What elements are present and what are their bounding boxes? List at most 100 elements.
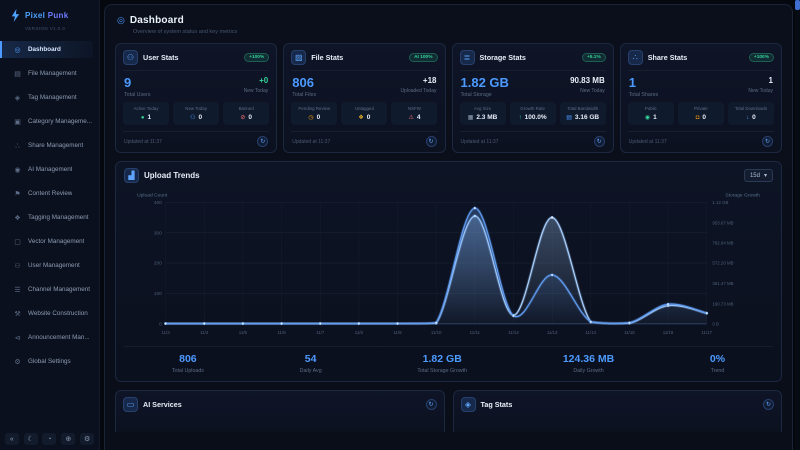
scrollbar-thumb[interactable] [795, 0, 800, 10]
sidebar-item-global-settings[interactable]: ⚙Global Settings [0, 353, 99, 370]
share-icon: ∴ [13, 142, 22, 150]
secondary-label: New Today [570, 88, 605, 94]
sidebar-item-label: File Management [28, 70, 77, 77]
secondary-label: New Today [244, 88, 269, 94]
refresh-icon[interactable]: ↻ [426, 399, 437, 410]
mini-metric-label: Untagged [342, 106, 386, 111]
mini-metric-label: Total Downloads [729, 106, 773, 111]
primary-label: Total Files [292, 92, 316, 98]
sidebar-item-user-management[interactable]: ⚇User Management [0, 257, 99, 274]
sidebar-item-label: Tagging Management [28, 214, 89, 221]
updated-timestamp: Updated at 11:37 [461, 139, 499, 145]
sidebar-item-category-manageme[interactable]: ▣Category Manageme... [0, 113, 99, 130]
theme-moon-icon[interactable]: ☾ [24, 433, 38, 445]
card-title: User Stats [143, 53, 239, 62]
svg-text:200: 200 [154, 261, 162, 267]
bottom-panels-row: ▭AI Services↻◈Tag Stats↻ [115, 390, 782, 432]
sidebar-item-channel-management[interactable]: ☰ Channel Management [0, 281, 99, 298]
trend-badge: +100% [749, 53, 774, 62]
database-icon: ≣ [460, 50, 475, 65]
svg-text:11/11: 11/11 [470, 331, 481, 336]
mini-metric-total-downloads: Total Downloads ↓0 [728, 102, 774, 125]
trends-title: Upload Trends [144, 171, 739, 180]
share-icon: ∴ [628, 50, 643, 65]
channel-icon: ☰ [13, 286, 22, 294]
language-globe-icon[interactable]: ⊕ [61, 433, 75, 445]
main-content: ◎ Dashboard Overview of system status an… [104, 4, 793, 450]
svg-text:11/10: 11/10 [431, 331, 442, 336]
gear-icon[interactable]: ⚙ [80, 433, 94, 445]
summary-label: Total Uploads [172, 368, 204, 374]
svg-text:190.73 MB: 190.73 MB [712, 302, 733, 307]
mini-metric-value: 0 [317, 114, 321, 121]
summary-daily-avg: 54Daily Avg [300, 353, 322, 374]
summary-label: Trend [710, 368, 725, 374]
mini-metric-label: Private [679, 106, 723, 111]
mini-metric-active-today: Active Today●1 [123, 102, 169, 125]
mini-metric-value: 0 [752, 114, 756, 121]
app-name: Pixel Punk [25, 11, 68, 20]
svg-text:572.20 MB: 572.20 MB [712, 261, 733, 266]
svg-text:0 B: 0 B [712, 322, 719, 327]
updated-timestamp: Updated at 11:37 [124, 139, 162, 145]
primary-value: 1 [629, 76, 658, 90]
file-stats-card: ▨File StatsAI 100%806Total Files+18Uploa… [283, 43, 445, 153]
secondary-value: +18 [400, 76, 436, 86]
trend-badge: +100% [244, 53, 269, 62]
sidebar-item-label: Tag Management [28, 94, 77, 101]
refresh-icon[interactable]: ↻ [426, 136, 437, 147]
sidebar-item-tag-management[interactable]: ◈Tag Management [0, 89, 99, 106]
sidebar-item-vector-management[interactable]: ▢ Vector Management [0, 233, 99, 250]
refresh-icon[interactable]: ↻ [257, 136, 268, 147]
svg-text:11/5: 11/5 [239, 331, 248, 336]
folder-icon: ▣ [13, 118, 22, 126]
sidebar-item-label: Channel Management [28, 286, 90, 293]
panel-title: AI Services [143, 400, 421, 409]
mini-metric-label: Avg Size [461, 106, 505, 111]
sidebar-item-label: Share Management [28, 142, 83, 149]
primary-label: Total Storage [461, 92, 509, 98]
svg-text:11/9: 11/9 [393, 331, 402, 336]
sidebar-item-file-management[interactable]: ▤File Management [0, 65, 99, 82]
sidebar-item-content-review[interactable]: ⚑Content Review [0, 185, 99, 202]
vector-icon: ▢ [13, 238, 22, 246]
collapse-icon[interactable]: « [5, 433, 19, 445]
refresh-icon[interactable]: ↻ [762, 136, 773, 147]
svg-text:1.12 GB: 1.12 GB [712, 200, 728, 205]
bandwidth-icon: ▤ [566, 115, 572, 121]
download-icon: ↓ [746, 115, 749, 121]
mini-metric-private: Private◘0 [678, 102, 724, 125]
refresh-icon[interactable]: ↻ [594, 136, 605, 147]
sidebar-footer: « ☾ ◔ ⊕ ⚙ [0, 433, 99, 445]
image-file-icon: ▨ [291, 50, 306, 65]
summary-total-uploads: 806 Total Uploads [172, 353, 204, 374]
tag-icon: ❖ [358, 115, 363, 121]
page-header: ◎ Dashboard Overview of system status an… [117, 15, 782, 35]
sidebar-item-website-construction[interactable]: ⚒Website Construction [0, 305, 99, 322]
refresh-icon[interactable]: ↻ [763, 399, 774, 410]
ai-icon: ◉ [13, 166, 22, 174]
sidebar-item-tagging-management[interactable]: ❖Tagging Management [0, 209, 99, 226]
sidebar-item-ai-management[interactable]: ◉AI Management [0, 161, 99, 178]
upload-trends-card: ▟ Upload Trends 15d ▾ 010020030040011/31… [115, 161, 782, 382]
range-selector[interactable]: 15d ▾ [744, 169, 773, 182]
sidebar-item-label: Vector Management [28, 238, 84, 245]
trend-badge: AI 100% [409, 53, 437, 62]
palette-icon[interactable]: ◔ [42, 433, 56, 445]
summary-value: 806 [172, 353, 204, 365]
primary-value: 9 [124, 76, 151, 90]
mini-metric-label: Pending Review [292, 106, 336, 111]
summary-label: Daily Growth [563, 368, 614, 374]
mini-metric-new-today: New Today⚇0 [173, 102, 219, 125]
sidebar-item-dashboard[interactable]: ◎Dashboard [0, 41, 93, 58]
secondary-label: New Today [748, 88, 773, 94]
chart-svg: 010020030040011/311/411/511/611/711/811/… [124, 189, 773, 339]
mini-metrics: Pending Review◷0Untagged❖0NSFW⚠4 [291, 102, 437, 131]
share-stats-card: ∴Share Stats+100%1Total Shares1New Today… [620, 43, 782, 153]
updated-timestamp: Updated at 11:37 [629, 139, 667, 145]
sidebar-item-share-management[interactable]: ∴ Share Management [0, 137, 99, 154]
svg-text:11/4: 11/4 [200, 331, 209, 336]
svg-text:11/17: 11/17 [701, 331, 712, 336]
sidebar-item-announcement-man[interactable]: ⊲Announcement Man... [0, 329, 99, 346]
mini-metric-label: New Today [174, 106, 218, 111]
